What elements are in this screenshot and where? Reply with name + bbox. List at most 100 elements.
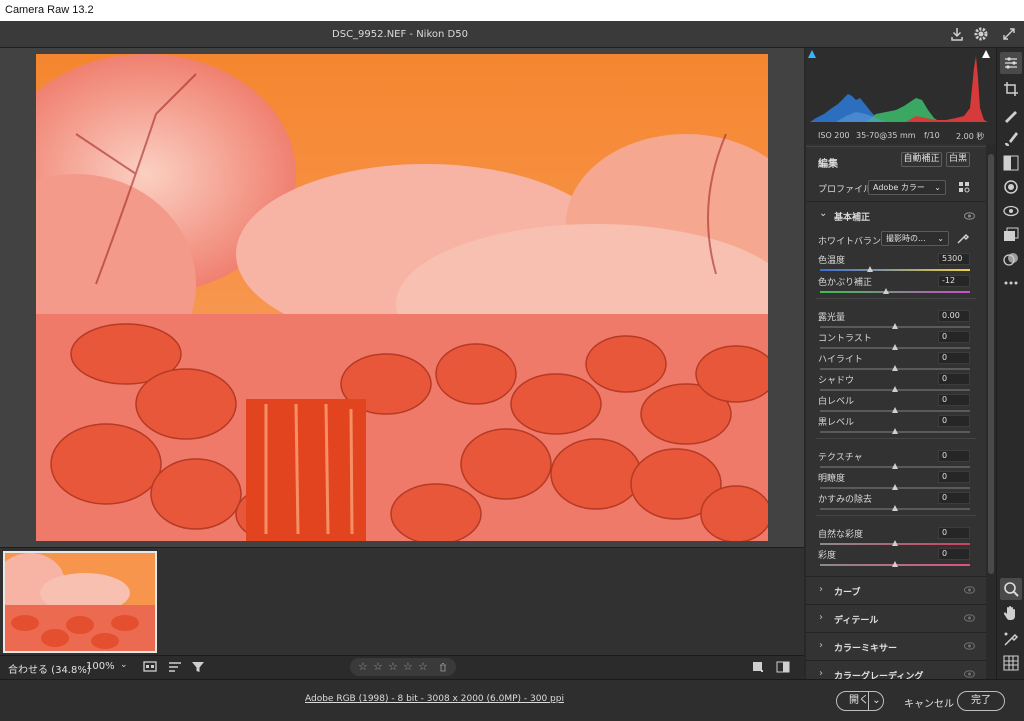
brush-icon[interactable] bbox=[1002, 130, 1020, 148]
slider-track[interactable] bbox=[820, 288, 970, 294]
chevron-down-icon[interactable]: ⌄ bbox=[868, 692, 884, 710]
cancel-button[interactable]: キャンセル bbox=[904, 695, 954, 710]
slider-knob[interactable] bbox=[892, 561, 898, 567]
fullscreen-icon[interactable] bbox=[1001, 26, 1017, 42]
zoom-dropdown-icon[interactable]: ⌄ bbox=[120, 660, 128, 670]
grid-icon[interactable] bbox=[1002, 654, 1020, 672]
slider-track[interactable] bbox=[820, 505, 970, 511]
star-icon[interactable]: ☆ bbox=[418, 660, 428, 673]
section-detail[interactable]: › ディテール bbox=[806, 604, 986, 632]
hand-icon[interactable] bbox=[1002, 604, 1020, 622]
slider-value-field[interactable]: 0 bbox=[938, 394, 970, 406]
slider-knob[interactable] bbox=[892, 386, 898, 392]
star-icon[interactable]: ☆ bbox=[403, 660, 413, 673]
slider-value-field[interactable]: -12 bbox=[938, 275, 970, 287]
slider-track[interactable] bbox=[820, 386, 970, 392]
slider-knob[interactable] bbox=[892, 540, 898, 546]
eye-icon[interactable] bbox=[964, 614, 975, 622]
sort-icon[interactable] bbox=[168, 660, 182, 674]
zoom-tool-button[interactable] bbox=[1000, 578, 1022, 600]
basic-section-title[interactable]: 基本補正 bbox=[834, 210, 870, 223]
eye-icon[interactable] bbox=[964, 586, 975, 594]
slider-track[interactable] bbox=[820, 365, 970, 371]
slider-knob[interactable] bbox=[892, 323, 898, 329]
slider-track[interactable] bbox=[820, 266, 970, 272]
eye-icon[interactable] bbox=[964, 212, 975, 220]
section-curve[interactable]: › カーブ bbox=[806, 576, 986, 604]
slider-track[interactable] bbox=[820, 344, 970, 350]
slider-knob[interactable] bbox=[892, 344, 898, 350]
healing-icon[interactable] bbox=[1002, 106, 1020, 124]
before-after-single-icon[interactable] bbox=[752, 661, 764, 673]
scrollbar-thumb[interactable] bbox=[988, 154, 994, 574]
wb-select[interactable]: 撮影時の... ⌄ bbox=[881, 231, 949, 246]
save-icon[interactable] bbox=[949, 26, 965, 42]
slider-knob[interactable] bbox=[866, 266, 873, 272]
slider-track[interactable] bbox=[820, 540, 970, 546]
slider-value-field[interactable]: 0 bbox=[938, 471, 970, 483]
radial-filter-icon[interactable] bbox=[1002, 178, 1020, 196]
open-button[interactable]: 開く ⌄ bbox=[836, 691, 884, 711]
slider-value-field[interactable]: 0 bbox=[938, 415, 970, 427]
eyedropper-icon[interactable] bbox=[956, 231, 970, 245]
gear-icon[interactable] bbox=[973, 26, 989, 42]
slider-label: シャドウ bbox=[818, 376, 855, 386]
slider-track[interactable] bbox=[820, 323, 970, 329]
rating-stars[interactable]: ☆ ☆ ☆ ☆ ☆ bbox=[350, 658, 456, 676]
crop-icon[interactable] bbox=[1002, 80, 1020, 98]
slider-value-field[interactable]: 0 bbox=[938, 548, 970, 560]
slider-track[interactable] bbox=[820, 463, 970, 469]
bw-button[interactable]: 白黒 bbox=[946, 152, 970, 167]
color-sampler-icon[interactable] bbox=[1002, 630, 1020, 648]
section-color-mixer[interactable]: › カラーミキサー bbox=[806, 632, 986, 660]
redeye-icon[interactable] bbox=[1002, 202, 1020, 220]
snapshots-icon[interactable] bbox=[1002, 226, 1020, 244]
slider-track[interactable] bbox=[820, 561, 970, 567]
slider-knob[interactable] bbox=[892, 505, 898, 511]
infrared-landscape-image bbox=[36, 54, 768, 541]
done-button[interactable]: 完了 bbox=[957, 691, 1005, 711]
image-viewer[interactable] bbox=[0, 48, 804, 547]
filmstrip-toggle-icon[interactable] bbox=[143, 660, 159, 674]
gradient-icon[interactable] bbox=[1002, 154, 1020, 172]
slider-knob[interactable] bbox=[892, 463, 898, 469]
before-after-split-icon[interactable] bbox=[776, 661, 790, 673]
star-icon[interactable]: ☆ bbox=[373, 660, 383, 673]
eye-icon[interactable] bbox=[964, 642, 975, 650]
profile-select[interactable]: Adobe カラー ⌄ bbox=[868, 180, 946, 195]
slider-value-field[interactable]: 0 bbox=[938, 373, 970, 385]
filter-icon[interactable] bbox=[191, 660, 205, 674]
slider-knob[interactable] bbox=[892, 484, 898, 490]
zoom-100-button[interactable]: 100% bbox=[86, 661, 115, 672]
section-color-grading[interactable]: › カラーグレーディング bbox=[806, 660, 986, 679]
slider-value-field[interactable]: 5300 bbox=[938, 253, 970, 265]
slider-value-field[interactable]: 0 bbox=[938, 527, 970, 539]
panel-divider bbox=[816, 438, 976, 439]
slider-value-field[interactable]: 0 bbox=[938, 352, 970, 364]
panel-scrollbar[interactable] bbox=[986, 144, 996, 679]
slider-value-field[interactable]: 0 bbox=[938, 450, 970, 462]
slider-track[interactable] bbox=[820, 428, 970, 434]
filmstrip-thumbnail[interactable] bbox=[3, 551, 157, 653]
slider-value-field[interactable]: 0.00 bbox=[938, 310, 970, 322]
edit-tool-button[interactable] bbox=[1000, 52, 1022, 74]
eye-icon[interactable] bbox=[964, 670, 975, 678]
workflow-options-link[interactable]: Adobe RGB (1998) - 8 bit - 3008 x 2000 (… bbox=[305, 694, 564, 704]
slider-knob[interactable] bbox=[892, 428, 898, 434]
slider-track[interactable] bbox=[820, 407, 970, 413]
chevron-down-icon[interactable]: ⌄ bbox=[819, 208, 827, 219]
more-icon[interactable] bbox=[1002, 274, 1020, 292]
slider-value-field[interactable]: 0 bbox=[938, 492, 970, 504]
star-icon[interactable]: ☆ bbox=[358, 660, 368, 673]
zoom-fit-button[interactable]: 合わせる (34.8%) bbox=[8, 661, 91, 676]
presets-icon[interactable] bbox=[1002, 250, 1020, 268]
slider-knob[interactable] bbox=[892, 365, 898, 371]
slider-track[interactable] bbox=[820, 484, 970, 490]
star-icon[interactable]: ☆ bbox=[388, 660, 398, 673]
slider-value-field[interactable]: 0 bbox=[938, 331, 970, 343]
slider-knob[interactable] bbox=[883, 288, 889, 294]
auto-button[interactable]: 自動補正 bbox=[901, 152, 942, 167]
profile-browser-icon[interactable] bbox=[958, 181, 970, 193]
trash-icon[interactable] bbox=[438, 662, 448, 672]
slider-knob[interactable] bbox=[892, 407, 898, 413]
